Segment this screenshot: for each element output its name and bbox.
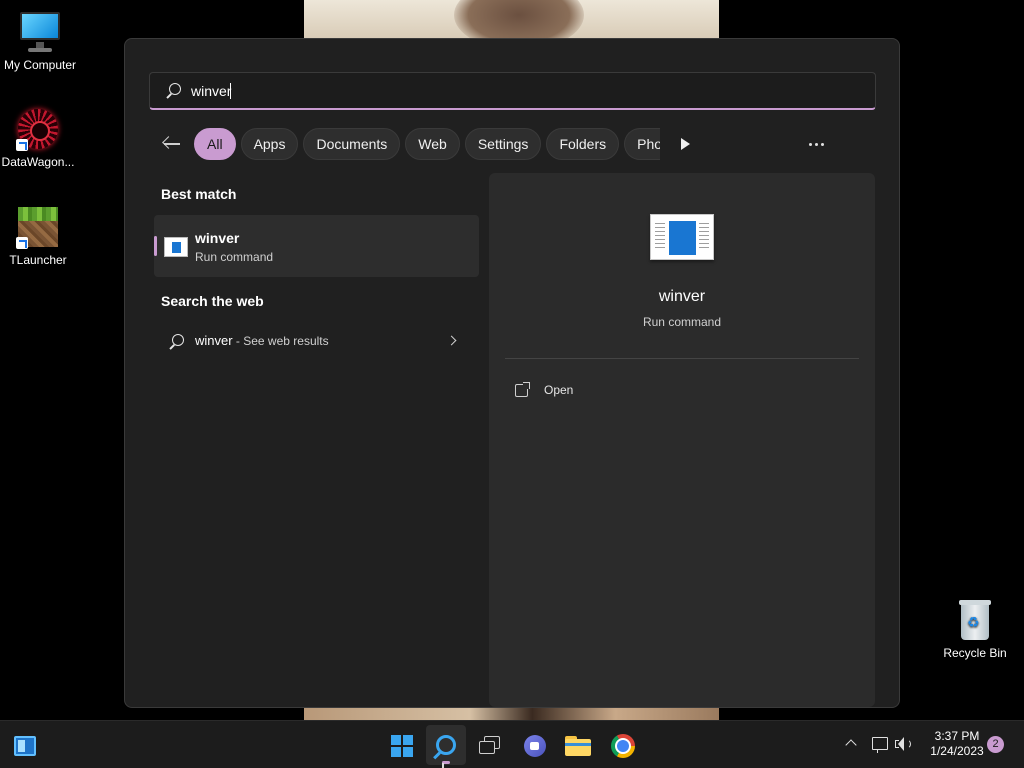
desktop-icon-datawagon[interactable]: DataWagon... [0,107,78,169]
monitor-icon [18,10,62,54]
best-match-heading: Best match [161,186,237,202]
best-match-title: winver [195,230,240,246]
desktop-icon-recycle-bin[interactable]: ♻ Recycle Bin [935,598,1015,660]
web-result-query: winver [195,333,233,348]
widgets-button[interactable] [8,725,48,765]
divider [505,358,859,359]
web-search-result[interactable]: winver - See web results [154,323,479,359]
desktop: My Computer DataWagon... TLauncher ♻ Rec… [0,0,1024,768]
start-button[interactable] [382,725,422,765]
open-external-icon [515,381,530,397]
task-view-button[interactable] [470,725,510,765]
open-label: Open [544,383,574,397]
shortcut-arrow-icon [16,139,28,151]
web-result-suffix: - See web results [232,334,329,348]
search-icon [165,82,181,99]
desktop-icon-label: TLauncher [9,253,67,267]
filter-chip-settings[interactable]: Settings [464,128,542,160]
best-match-subtitle: Run command [195,250,274,264]
wallpaper-photo [304,0,719,40]
best-match-result[interactable]: winver Run command [154,215,479,277]
back-arrow-icon[interactable] [161,134,181,154]
clock[interactable]: 3:37 PM 1/24/2023 [922,729,992,759]
desktop-icon-label: DataWagon... [1,155,75,169]
winver-app-large-icon [650,214,714,260]
datawagon-app-icon [16,107,60,151]
search-icon [436,735,456,755]
search-web-heading: Search the web [161,293,264,309]
filter-chip-documents[interactable]: Documents [303,128,401,160]
desktop-icon-label: My Computer [3,58,77,72]
winver-app-icon [164,237,188,257]
selection-indicator [154,236,157,256]
clock-date: 1/24/2023 [930,744,984,758]
preview-pane: winver Run command Open [489,173,875,707]
start-search-panel: winver All Apps Documents Web Settings F… [124,38,900,708]
network-icon[interactable] [872,737,888,753]
desktop-icon-label: Recycle Bin [943,646,1007,660]
chevron-right-icon[interactable] [446,335,457,346]
volume-icon[interactable] [895,737,915,751]
search-icon [168,334,184,350]
more-options-icon[interactable] [809,143,824,146]
taskbar [0,720,1024,768]
mouse-cursor [442,763,444,768]
filter-chip-web[interactable]: Web [405,128,460,160]
minecraft-block-icon [16,205,60,249]
preview-subtitle: Run command [642,315,722,329]
scroll-filters-right-icon[interactable] [681,138,691,150]
file-explorer-button[interactable] [558,725,598,765]
filter-chip-apps[interactable]: Apps [240,128,299,160]
chrome-icon [611,734,635,758]
teams-chat-button[interactable] [514,725,554,765]
wallpaper-photo-bottom [304,706,719,720]
recycle-bin-icon: ♻ [953,598,997,642]
filter-bar: All Apps Documents Web Settings Folders … [161,128,691,160]
desktop-icon-my-computer[interactable]: My Computer [0,10,80,72]
filter-chip-all[interactable]: All [194,128,236,160]
filter-chip-photos[interactable]: Pho [624,128,661,160]
filter-chip-folders[interactable]: Folders [546,128,620,160]
windows-logo-icon [391,735,413,757]
search-box[interactable]: winver [149,72,876,110]
widgets-icon [14,736,36,756]
file-explorer-icon [565,736,591,756]
chrome-button[interactable] [602,725,642,765]
text-caret [230,82,232,99]
clock-time: 3:37 PM [934,729,980,743]
teams-chat-icon [524,735,546,757]
preview-title: winver [658,288,706,305]
desktop-icon-tlauncher[interactable]: TLauncher [0,205,78,267]
search-input[interactable]: winver [191,83,231,99]
search-taskbar-button[interactable] [426,725,466,765]
shortcut-arrow-icon [16,237,28,249]
open-action[interactable]: Open [515,378,573,402]
notification-badge[interactable]: 2 [987,736,1004,753]
